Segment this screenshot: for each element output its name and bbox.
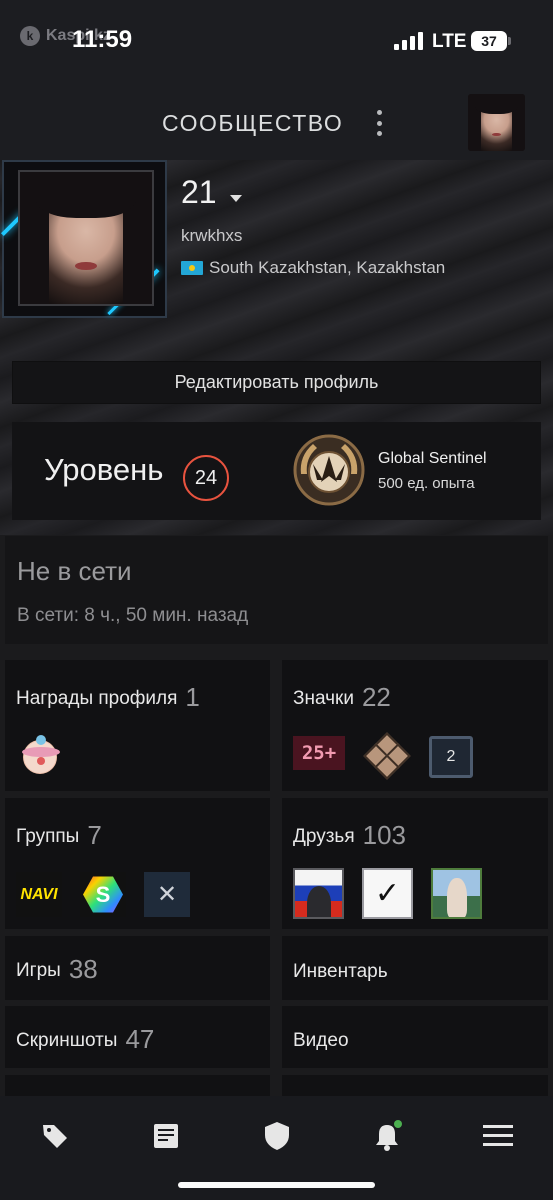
tile-title: Друзья 103 [293, 820, 406, 851]
awards-label: Награды профиля [16, 688, 178, 709]
friends-count: 103 [362, 820, 407, 850]
tile-title: Награды профиля 1 [16, 682, 200, 713]
profile-location: South Kazakhstan, Kazakhstan [181, 258, 445, 278]
news-icon[interactable] [148, 1120, 184, 1152]
last-online: В сети: 8 ч., 50 мин. назад [17, 605, 249, 626]
s-group-letter: S [83, 876, 123, 913]
profile-real-name: krwkhxs [181, 226, 243, 245]
store-tag-icon[interactable] [37, 1120, 73, 1152]
status-time: 11:59 [72, 26, 133, 53]
bell-icon[interactable] [369, 1120, 405, 1152]
tile-title: Группы 7 [16, 820, 102, 851]
badges-label: Значки [293, 688, 354, 709]
signal-strength-icon [394, 32, 423, 50]
network-type: LTE [432, 31, 467, 52]
more-vertical-icon[interactable] [372, 110, 386, 136]
tile-groups[interactable]: Группы 7 NAVI S ✕ [5, 798, 270, 929]
app-header: СООБЩЕСТВО [0, 84, 553, 160]
profile-avatar-frame [0, 160, 167, 318]
chevron-down-icon[interactable] [230, 195, 242, 202]
tile-title: Значки 22 [293, 682, 391, 713]
awards-count: 1 [185, 682, 200, 712]
edit-profile-button[interactable]: Редактировать профиль [12, 361, 541, 404]
games-count: 38 [68, 954, 98, 984]
notification-dot [394, 1120, 402, 1128]
videos-label: Видео [293, 1030, 349, 1051]
online-status-panel: Не в сети В сети: 8 ч., 50 мин. назад [5, 536, 548, 644]
tile-friends[interactable]: Друзья 103 ✓ [282, 798, 548, 929]
profile-display-name[interactable]: 21 [181, 174, 217, 211]
tile-badges[interactable]: Значки 22 25+ 2 [282, 660, 548, 791]
inventory-label: Инвентарь [293, 961, 388, 982]
kazakhstan-flag-icon [181, 261, 203, 275]
tile-videos[interactable]: Видео [282, 1006, 548, 1068]
tile-screenshots[interactable]: Скриншоты 47 [5, 1006, 270, 1068]
screenshots-label: Скриншоты [16, 1030, 118, 1051]
badge-level-2-icon[interactable]: 2 [429, 736, 473, 778]
home-indicator[interactable] [178, 1182, 375, 1188]
screenshots-count: 47 [125, 1024, 155, 1054]
online-status: Не в сети [17, 556, 132, 586]
navi-group-icon[interactable]: NAVI [16, 872, 62, 917]
carrier-logo-icon: k [20, 26, 40, 46]
games-label: Игры [16, 960, 61, 981]
tile-profile-awards[interactable]: Награды профиля 1 [5, 660, 270, 791]
shield-icon[interactable] [259, 1120, 295, 1152]
level-label: Уровень [44, 452, 164, 487]
friends-label: Друзья [293, 826, 355, 847]
badge-25-plus-icon[interactable]: 25+ [293, 736, 345, 770]
location-text: South Kazakhstan, Kazakhstan [209, 258, 446, 277]
friend-avatar-photo[interactable] [431, 868, 482, 919]
x-group-icon[interactable]: ✕ [144, 872, 190, 917]
friend-avatar-nike[interactable]: ✓ [362, 868, 413, 919]
level-badge: 24 [183, 455, 229, 501]
groups-count: 7 [87, 820, 102, 850]
header-avatar[interactable] [468, 94, 525, 151]
friend-avatar-russia[interactable] [293, 868, 344, 919]
page-title: СООБЩЕСТВО [162, 110, 344, 136]
s-group-icon[interactable]: S [80, 872, 126, 917]
tile-partial [5, 1075, 270, 1096]
tile-inventory[interactable]: Инвентарь [282, 936, 548, 1000]
tile-title: Игры 38 [16, 954, 98, 985]
profile-avatar[interactable] [18, 170, 154, 306]
status-bar: k Kaspi.kz 11:59 LTE 37 [0, 0, 553, 84]
clown-award-icon[interactable] [22, 735, 60, 774]
level-panel[interactable]: Уровень 24 Global Sentinel 500 ед. опыта [12, 422, 541, 520]
rank-name: Global Sentinel [378, 450, 487, 467]
tile-title: Скриншоты 47 [16, 1024, 154, 1055]
rank-xp: 500 ед. опыта [378, 475, 475, 492]
tile-games[interactable]: Игры 38 [5, 936, 270, 1000]
global-sentinel-rank-icon [293, 434, 365, 506]
groups-label: Группы [16, 826, 80, 847]
badge-cube-icon[interactable] [363, 732, 411, 780]
hamburger-menu-icon[interactable] [480, 1120, 516, 1152]
battery-icon: 37 [471, 31, 511, 51]
badges-count: 22 [361, 682, 391, 712]
tile-partial [282, 1075, 548, 1096]
